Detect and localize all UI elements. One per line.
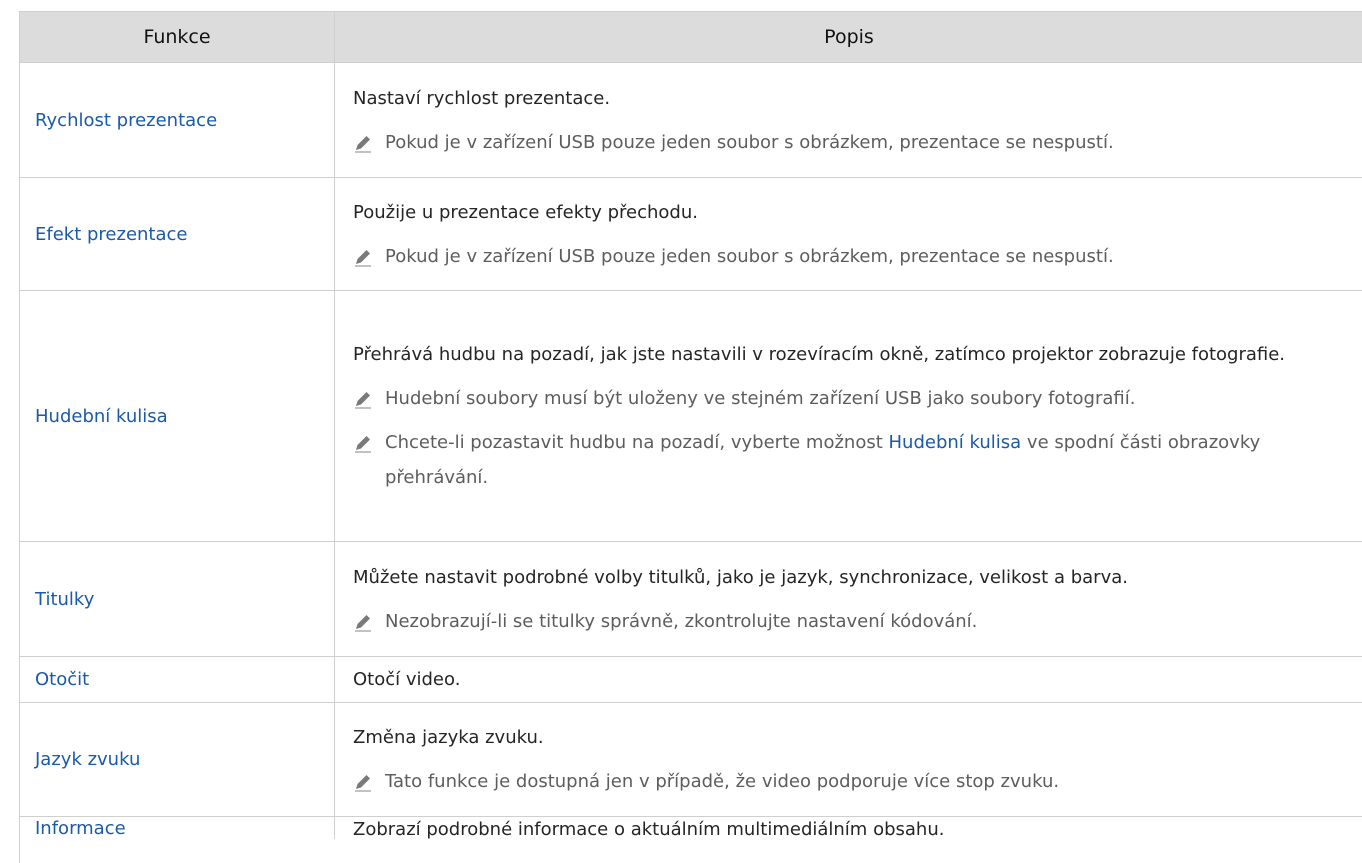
description-cell: Můžete nastavit podrobné volby titulků, … [335, 542, 1362, 656]
pencil-icon [355, 392, 371, 409]
note-text: Chcete-li pozastavit hudbu na pozadí, vy… [385, 425, 1347, 495]
description-cell: Přehrává hudbu na pozadí, jak jste nasta… [335, 291, 1362, 541]
note: Nezobrazují-li se titulky správně, zkont… [353, 604, 1347, 639]
description-text: Použije u prezentace efekty přechodu. [353, 201, 698, 223]
feature-background-music[interactable]: Hudební kulisa [20, 291, 335, 541]
pencil-icon [355, 436, 371, 453]
feature-slideshow-speed[interactable]: Rychlost prezentace [20, 63, 335, 177]
table-row: Efekt prezentace Použije u prezentace ef… [20, 178, 1362, 291]
table-row: Informace Zobrazí podrobné informace o a… [20, 817, 1362, 863]
pencil-icon [355, 135, 371, 153]
pencil-icon [355, 249, 371, 267]
feature-slideshow-effect[interactable]: Efekt prezentace [20, 178, 335, 290]
note-text: Hudební soubory musí být uloženy ve stej… [385, 388, 1136, 409]
description-cell: Změna jazyka zvuku. Tato funkce je dostu… [335, 703, 1362, 816]
description-text: Můžete nastavit podrobné volby titulků, … [353, 566, 1128, 588]
description-text: Změna jazyka zvuku. [353, 727, 544, 748]
note-text-before: Chcete-li pozastavit hudbu na pozadí, vy… [385, 432, 889, 453]
description-text: Zobrazí podrobné informace o aktuálním m… [353, 819, 945, 840]
description-cell: Zobrazí podrobné informace o aktuálním m… [335, 817, 1362, 842]
pencil-icon [355, 775, 371, 792]
note-text: Nezobrazují-li se titulky správně, zkont… [385, 610, 978, 632]
feature-subtitles[interactable]: Titulky [20, 542, 335, 656]
features-table: Funkce Popis Rychlost prezentace Nastaví… [19, 11, 1362, 863]
note: Pokud je v zařízení USB pouze jeden soub… [353, 239, 1347, 274]
note: Chcete-li pozastavit hudbu na pozadí, vy… [353, 425, 1347, 495]
table-row: Titulky Můžete nastavit podrobné volby t… [20, 542, 1362, 657]
note-text: Tato funkce je dostupná jen v případě, ž… [385, 771, 1060, 792]
note-text: Pokud je v zařízení USB pouze jeden soub… [385, 131, 1114, 153]
header-description: Popis [824, 26, 874, 48]
table-row: Jazyk zvuku Změna jazyka zvuku. Tato fun… [20, 703, 1362, 817]
table-row: Hudební kulisa Přehrává hudbu na pozadí,… [20, 291, 1362, 542]
note: Pokud je v zařízení USB pouze jeden soub… [353, 125, 1347, 160]
header-feature: Funkce [20, 12, 335, 62]
table-header: Funkce Popis [20, 11, 1362, 63]
pencil-icon [355, 614, 371, 632]
note-text: Pokud je v zařízení USB pouze jeden soub… [385, 245, 1114, 267]
description-cell: Nastaví rychlost prezentace. Pokud je v … [335, 63, 1362, 177]
feature-information[interactable]: Informace [20, 817, 335, 839]
feature-rotate[interactable]: Otočit [20, 657, 335, 702]
feature-audio-language[interactable]: Jazyk zvuku [20, 703, 335, 816]
table-row: Otočit Otočí video. [20, 657, 1362, 703]
note: Tato funkce je dostupná jen v případě, ž… [353, 764, 1347, 799]
note-highlight-link[interactable]: Hudební kulisa [889, 432, 1022, 453]
description-cell: Otočí video. [335, 657, 1362, 702]
description-cell: Použije u prezentace efekty přechodu. Po… [335, 178, 1362, 290]
table-row: Rychlost prezentace Nastaví rychlost pre… [20, 63, 1362, 178]
note: Hudební soubory musí být uloženy ve stej… [353, 381, 1347, 416]
description-text: Přehrává hudbu na pozadí, jak jste nasta… [353, 344, 1286, 365]
description-text: Nastaví rychlost prezentace. [353, 87, 611, 109]
description-text: Otočí video. [353, 669, 461, 690]
